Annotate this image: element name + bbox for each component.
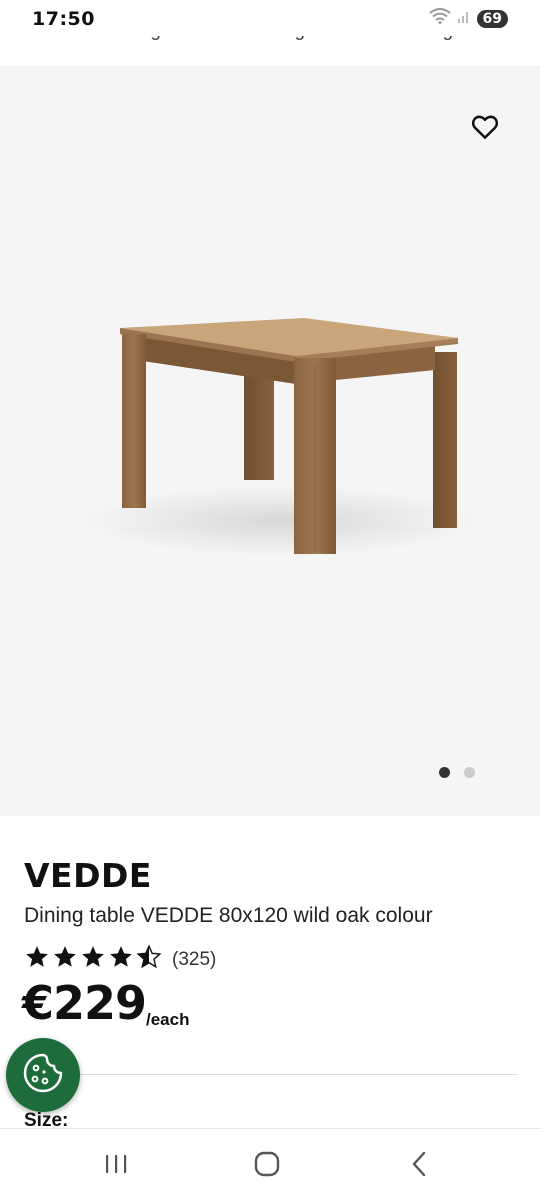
recent-apps-icon xyxy=(103,1152,129,1181)
wifi-icon xyxy=(428,8,451,29)
signal-icon xyxy=(457,8,471,29)
star-full-icon xyxy=(52,944,78,975)
back-button[interactable] xyxy=(402,1149,436,1183)
product-image-gallery[interactable] xyxy=(0,66,540,816)
product-description: Dining table VEDDE 80x120 wild oak colou… xyxy=(24,904,433,927)
status-bar: 17:50 69 xyxy=(0,0,540,36)
star-full-icon xyxy=(108,944,134,975)
divider xyxy=(24,1074,518,1075)
product-image xyxy=(80,318,480,556)
home-icon xyxy=(253,1150,281,1183)
product-price: €229 xyxy=(22,976,147,1030)
cookie-settings-button[interactable] xyxy=(6,1038,80,1112)
gallery-dot-2[interactable] xyxy=(464,767,475,778)
cookie-icon xyxy=(21,1051,65,1100)
home-button[interactable] xyxy=(250,1149,284,1183)
rating-count[interactable]: (325) xyxy=(172,949,216,971)
back-icon xyxy=(408,1150,430,1183)
price-unit: /each xyxy=(146,1010,190,1029)
status-icons: 69 xyxy=(428,8,508,29)
gallery-pagination xyxy=(439,767,475,778)
product-name: VEDDE xyxy=(24,856,152,895)
star-full-icon xyxy=(24,944,50,975)
star-full-icon xyxy=(80,944,106,975)
battery-indicator: 69 xyxy=(476,9,508,28)
status-time: 17:50 xyxy=(32,8,95,30)
recent-apps-button[interactable] xyxy=(99,1149,133,1183)
gallery-dot-1[interactable] xyxy=(439,767,450,778)
star-half-icon xyxy=(136,944,162,975)
system-nav-bar xyxy=(0,1128,540,1200)
product-rating[interactable]: (325) xyxy=(24,944,216,975)
